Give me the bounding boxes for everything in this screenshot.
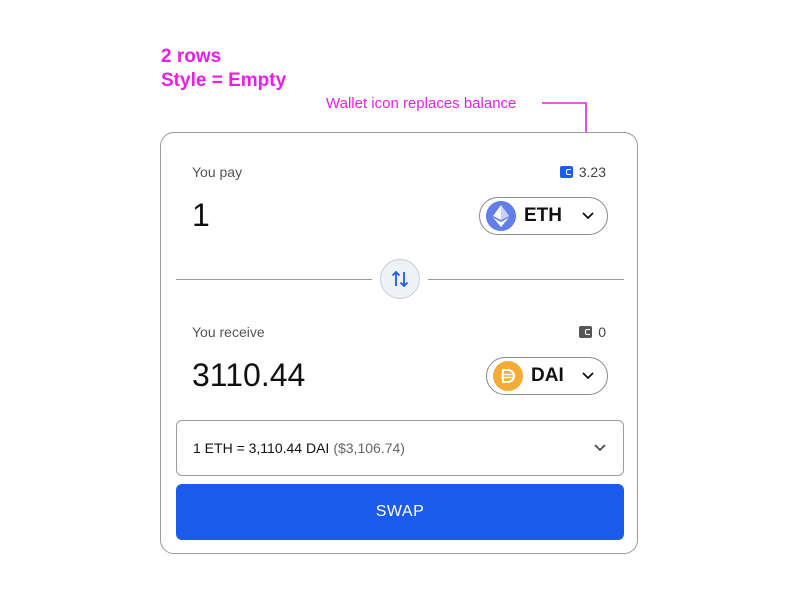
- receive-amount-input[interactable]: 3110.44: [192, 357, 305, 394]
- annotation-title-line2: Style = Empty: [161, 70, 287, 91]
- swap-arrows-icon: [391, 270, 409, 288]
- receive-balance: 0: [579, 324, 606, 340]
- swap-card: You pay 3.23 1 ETH You receive 0 3110.44…: [160, 132, 638, 554]
- receive-token-symbol: DAI: [531, 365, 564, 386]
- wallet-icon: [579, 326, 593, 338]
- wallet-icon: [559, 166, 573, 178]
- pay-balance: 3.23: [559, 164, 606, 180]
- pay-token-symbol: ETH: [524, 205, 562, 226]
- pay-token-selector[interactable]: ETH: [479, 197, 608, 235]
- receive-balance-value: 0: [598, 324, 606, 340]
- chevron-down-icon: [593, 441, 607, 455]
- pay-balance-value: 3.23: [578, 164, 606, 180]
- divider-right: [428, 279, 624, 280]
- dai-icon: [493, 361, 523, 391]
- swap-button[interactable]: SWAP: [176, 484, 624, 540]
- receive-token-selector[interactable]: DAI: [486, 357, 608, 395]
- chevron-down-icon: [581, 369, 595, 383]
- annotation-note: Wallet icon replaces balance: [326, 95, 517, 112]
- annotation-title: 2 rows Style = Empty: [161, 45, 286, 93]
- chevron-down-icon: [581, 209, 595, 223]
- pay-label: You pay: [192, 164, 243, 180]
- ethereum-icon: [486, 201, 516, 231]
- pay-amount-input[interactable]: 1: [192, 197, 210, 234]
- stage: 2 rows Style = Empty Wallet icon replace…: [0, 0, 800, 600]
- receive-label: You receive: [192, 324, 265, 340]
- divider-left: [176, 279, 372, 280]
- annotation-title-line1: 2 rows: [161, 46, 222, 67]
- rate-text: 1 ETH = 3,110.44 DAI: [193, 440, 330, 456]
- rate-details-toggle[interactable]: 1 ETH = 3,110.44 DAI ($3,106.74): [176, 420, 624, 476]
- rate-usd: ($3,106.74): [333, 440, 405, 456]
- swap-direction-button[interactable]: [380, 259, 420, 299]
